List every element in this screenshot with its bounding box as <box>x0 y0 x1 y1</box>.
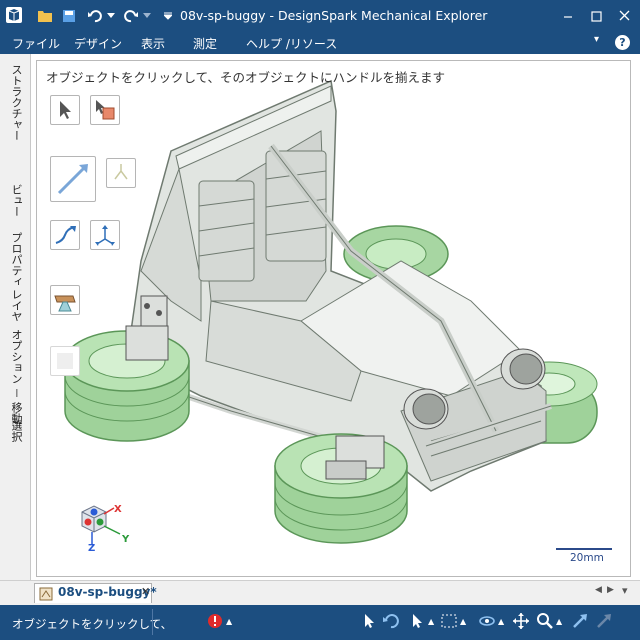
scale-bar <box>556 548 612 550</box>
menu-measure[interactable]: 測定 <box>193 35 217 52</box>
open-folder-icon[interactable] <box>36 7 54 25</box>
seat-left <box>198 180 255 282</box>
orbit-icon[interactable] <box>478 612 496 630</box>
scale-bar-label: 20mm <box>570 552 604 564</box>
tab-scroll-left-icon[interactable]: ◀ <box>595 585 602 595</box>
move-direction-tool-button[interactable] <box>50 156 96 202</box>
undo-selection-icon[interactable] <box>382 612 400 630</box>
anchor-tool-button[interactable] <box>106 158 136 188</box>
menu-bar: ファイル デザイン 表示 測定 ヘルプ /リソース ▾ <box>0 32 640 54</box>
menu-file[interactable]: ファイル <box>12 35 60 52</box>
pivot-tool-button[interactable] <box>90 220 120 250</box>
help-icon[interactable]: ? <box>615 35 630 50</box>
undo-dropdown-icon[interactable] <box>106 7 116 25</box>
viewport-hint: オブジェクトをクリックして、そのオブジェクトにハンドルを揃えます <box>46 70 446 85</box>
axis-x-label: X <box>114 504 122 515</box>
undo-icon[interactable] <box>86 7 104 25</box>
previous-view-icon[interactable] <box>572 612 590 630</box>
menu-design[interactable]: デザイン <box>74 35 122 52</box>
app-icon[interactable] <box>6 7 22 23</box>
move-along-trajectory-button[interactable] <box>50 220 80 250</box>
close-button[interactable] <box>612 6 636 26</box>
tab-list-icon[interactable]: ▾ <box>622 584 628 597</box>
buggy-model[interactable] <box>37 61 630 576</box>
axis-y-label: Y <box>121 534 130 545</box>
document-icon <box>39 586 53 601</box>
customize-toolbar-icon[interactable] <box>162 7 174 25</box>
maximize-button[interactable] <box>584 6 608 26</box>
select-mode-dropdown-icon[interactable]: ▲ <box>428 617 434 626</box>
tab-selection[interactable]: 選択 <box>4 420 24 442</box>
pan-icon[interactable] <box>512 612 530 630</box>
headlight-left <box>403 388 449 430</box>
error-icon[interactable] <box>206 612 224 630</box>
redo-icon[interactable] <box>122 7 140 25</box>
tab-views[interactable]: ビュー <box>4 184 24 217</box>
ruler-dimension-button[interactable] <box>50 285 80 315</box>
side-panel-tabs: ストラクチャー ビュー プロパティ レイヤ オプション － 移動 選択 <box>0 54 31 580</box>
save-icon[interactable] <box>60 7 78 25</box>
tab-options-move[interactable]: オプション － 移動 <box>4 329 24 424</box>
headlight-right <box>500 348 546 390</box>
orbit-dropdown-icon[interactable]: ▲ <box>498 617 504 626</box>
tab-properties[interactable]: プロパティ <box>4 232 24 287</box>
zoom-icon[interactable] <box>536 612 554 630</box>
status-message: オブジェクトをクリックして、 <box>12 617 173 631</box>
zoom-dropdown-icon[interactable]: ▲ <box>556 617 562 626</box>
box-select-dropdown-icon[interactable]: ▲ <box>460 617 466 626</box>
select-component-tool-button[interactable] <box>90 95 120 125</box>
select-tool-button[interactable] <box>50 95 80 125</box>
tab-scroll-right-icon[interactable]: ▶ <box>607 585 614 595</box>
close-tab-icon[interactable]: ✕ <box>141 585 150 598</box>
menu-help-resources[interactable]: ヘルプ /リソース <box>246 35 337 52</box>
next-view-icon[interactable] <box>596 612 614 630</box>
status-divider <box>152 609 153 635</box>
front-left-hub <box>125 295 169 361</box>
error-dropdown-icon[interactable]: ▲ <box>226 617 232 626</box>
tab-structure[interactable]: ストラクチャー <box>4 64 24 141</box>
cursor-select-icon[interactable] <box>360 612 378 630</box>
menu-view[interactable]: 表示 <box>141 35 165 52</box>
redo-dropdown-icon[interactable] <box>142 7 152 25</box>
ribbon-collapse-icon[interactable]: ▾ <box>594 34 599 45</box>
window-title: 08v-sp-buggy - DesignSpark Mechanical Ex… <box>180 8 488 23</box>
box-select-icon[interactable] <box>440 612 458 630</box>
up-to-tool-button[interactable] <box>50 346 80 376</box>
axis-z-label: Z <box>88 543 95 552</box>
minimize-button[interactable] <box>556 6 580 26</box>
tab-layers[interactable]: レイヤ <box>4 289 24 322</box>
select-mode-icon[interactable] <box>408 612 426 630</box>
axis-triad[interactable]: X Y Z <box>76 500 136 554</box>
title-bar: 08v-sp-buggy - DesignSpark Mechanical Ex… <box>0 0 640 32</box>
